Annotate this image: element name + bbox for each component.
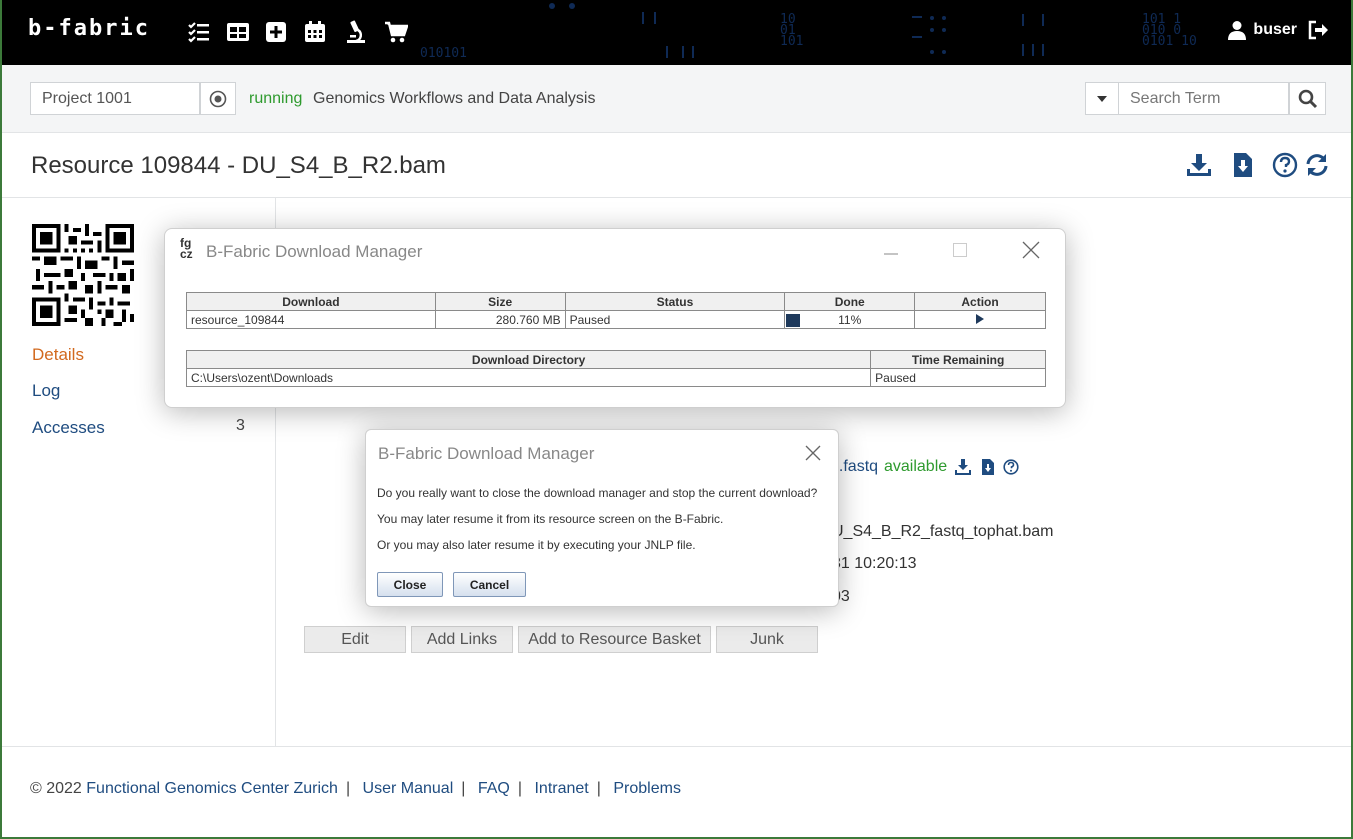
help-icon[interactable] [1003,459,1019,475]
window-title: B-Fabric Download Manager [206,242,423,261]
column-header: Action [914,292,1046,311]
accesses-count: 3 [236,417,245,434]
confirm-dialog: B-Fabric Download Manager Do you really … [365,429,839,607]
footer-link-manual[interactable]: User Manual [363,780,454,797]
app-logo[interactable]: b-fabric [28,16,150,41]
add-to-basket-button[interactable]: Add to Resource Basket [518,626,711,653]
search-scope-dropdown[interactable] [1085,82,1119,115]
footer: © 2022 Functional Genomics Center Zurich… [2,746,1351,837]
search-input[interactable] [1119,82,1289,115]
column-header: Download [186,292,436,311]
target-icon [209,90,227,107]
close-button[interactable]: Close [377,572,443,597]
column-header: Done [784,292,916,311]
tasks-icon[interactable] [187,20,211,44]
progress-cell: 11% [784,310,916,329]
page-header: Resource 109844 - DU_S4_B_R2.bam [2,133,1351,198]
plus-square-icon[interactable] [264,20,288,44]
download-directory[interactable]: C:\Users\ozent\Downloads [185,368,872,387]
column-header: Time Remaining [870,350,1046,369]
search-icon [1298,89,1317,108]
dialog-message: You may later resume it from its resourc… [377,512,724,526]
footer-link-problems[interactable]: Problems [613,780,681,797]
sidebar-item-log[interactable]: Log [32,381,60,401]
top-navbar: 10 01 101 010101 101 1 010 0 0101 10 b-f… [2,0,1351,65]
linked-resource-name: U_S4_B_R2_fastq_tophat.bam [832,523,1054,540]
decor-binary: 010101 [420,46,467,61]
decor-pattern [549,3,1044,58]
project-select-button[interactable] [200,82,236,115]
sidebar-item-details[interactable]: Details [32,345,84,365]
action-cell [914,310,1046,329]
download-icon[interactable] [1186,152,1212,178]
download-size: 280.760 MB [434,310,566,329]
window-close-button[interactable] [1016,237,1046,263]
maximize-icon [953,243,967,257]
caret-down-icon [1097,95,1107,102]
footer-links: © 2022 Functional Genomics Center Zurich… [30,780,681,797]
table-row[interactable]: resource_109844 280.760 MB Paused 11% [186,310,1046,329]
user-menu[interactable]: buser [1227,20,1329,40]
close-icon [1022,241,1040,259]
dialog-title: B-Fabric Download Manager [378,444,595,463]
table-row: C:\Users\ozent\Downloads Paused [185,368,1046,387]
play-icon[interactable] [975,313,985,324]
minimize-button[interactable] [876,237,906,263]
grid-icon[interactable] [226,20,250,44]
project-status: running [249,90,303,107]
edit-button[interactable]: Edit [304,626,406,653]
project-name[interactable]: Genomics Workflows and Data Analysis [313,90,595,108]
dialog-message: Do you really want to close the download… [377,486,818,500]
copyright: © 2022 [30,780,82,797]
search-button[interactable] [1289,82,1326,115]
add-links-button[interactable]: Add Links [411,626,513,653]
download-manager-window: fg cz B-Fabric Download Manager Download … [164,228,1066,408]
download-icon[interactable] [955,459,971,475]
sidebar-item-accesses[interactable]: Accesses [32,418,105,438]
minimize-icon [884,253,898,255]
microscope-icon[interactable] [344,20,368,44]
footer-link-faq[interactable]: FAQ [478,780,510,797]
column-header: Status [564,292,786,311]
close-icon[interactable] [802,442,824,464]
footer-link-intranet[interactable]: Intranet [534,780,588,797]
download-name: resource_109844 [186,310,436,329]
fgcz-logo: fg cz [180,236,193,261]
qr-code [32,224,134,326]
download-status: Paused [564,310,786,329]
cart-icon[interactable] [384,20,408,44]
project-input[interactable] [30,82,200,115]
calendar-icon[interactable] [303,20,327,44]
file-download-icon[interactable] [1230,152,1256,178]
cancel-button[interactable]: Cancel [453,572,526,597]
footer-link-fgcz[interactable]: Functional Genomics Center Zurich [86,780,338,797]
file-download-icon[interactable] [980,459,996,475]
username: buser [1253,21,1297,38]
junk-button[interactable]: Junk [716,626,818,653]
time-remaining: Paused [870,368,1046,387]
project-bar: running Genomics Workflows and Data Anal… [2,65,1351,133]
progress-text: 11% [838,313,862,327]
availability-status: available [884,458,948,475]
downloads-table: Download Size Status Done Action resourc… [186,292,1046,329]
created-timestamp: 31 10:20:13 [832,555,917,572]
maximize-button[interactable] [945,237,975,263]
dialog-message: Or you may also later resume it by execu… [377,538,696,552]
column-header: Download Directory [185,350,872,369]
logout-icon[interactable] [1307,20,1329,40]
browser-viewport: 10 01 101 010101 101 1 010 0 0101 10 b-f… [2,0,1351,837]
decor-binary: 101 1 010 0 0101 10 [1142,12,1197,49]
page-title: Resource 109844 - DU_S4_B_R2.bam [31,152,446,179]
user-icon [1228,21,1247,40]
column-header: Size [434,292,566,311]
directory-table: Download Directory Time Remaining C:\Use… [185,350,1046,387]
refresh-icon[interactable] [1304,152,1330,178]
help-icon[interactable] [1272,152,1298,178]
